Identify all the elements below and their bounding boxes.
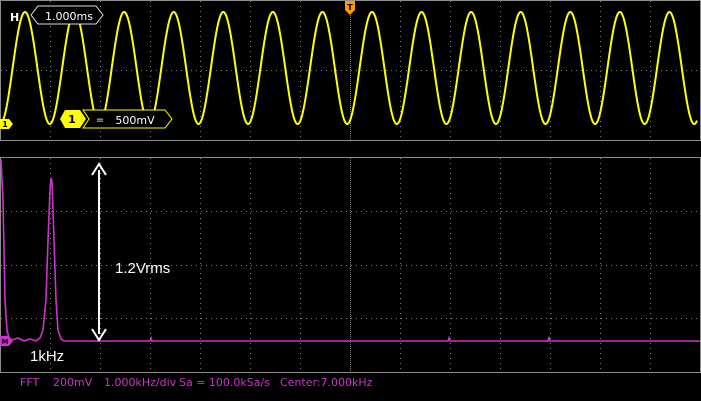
math-marker-label: M xyxy=(2,338,9,346)
fft-mode-label: FFT xyxy=(20,376,39,389)
oscilloscope-screen: H 1.000ms T 1 1 = 500mV M 1.2Vrms 1kHz F… xyxy=(0,0,701,389)
timebase-value: 1.000ms xyxy=(45,10,93,23)
channel1-marker-label: 1 xyxy=(2,120,8,129)
fft-center-label: Center:7.000kHz xyxy=(280,376,373,389)
channel1-scale-value: 500mV xyxy=(115,114,155,127)
fft-window xyxy=(0,157,701,373)
amplitude-label: 1.2Vrms xyxy=(115,260,170,277)
fft-status-bar[interactable]: FFT 200mV 1.000kHz/div Sa = 100.0kSa/s C… xyxy=(20,376,373,389)
timebase-label: H xyxy=(10,11,19,24)
channel1-badge-label: 1 xyxy=(68,113,76,126)
frequency-label: 1kHz xyxy=(30,348,64,365)
fft-freq-div-label: 1.000kHz/div xyxy=(104,376,177,389)
fft-sample-rate-label: Sa = 100.0kSa/s xyxy=(179,376,270,389)
trigger-marker-label: T xyxy=(347,3,353,12)
channel1-scale-indicator[interactable]: 1 = 500mV xyxy=(60,109,173,129)
channel1-coupling-symbol: = xyxy=(96,115,104,126)
fft-scale-label: 200mV xyxy=(53,376,93,389)
